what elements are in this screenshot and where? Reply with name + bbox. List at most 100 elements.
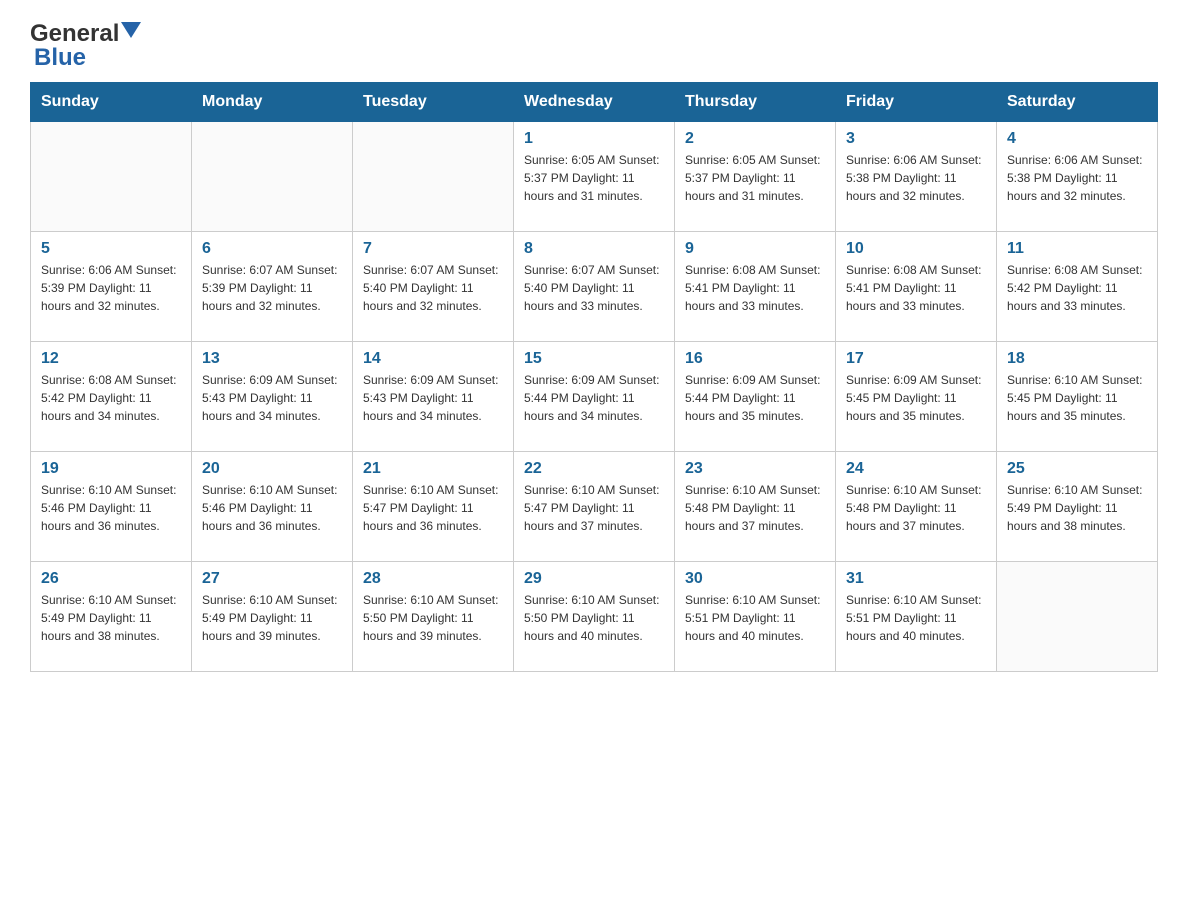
day-number: 9 [685,240,825,258]
day-info: Sunrise: 6:09 AM Sunset: 5:44 PM Dayligh… [524,371,664,425]
calendar-cell: 21Sunrise: 6:10 AM Sunset: 5:47 PM Dayli… [353,452,514,562]
calendar-cell: 3 Sunrise: 6:06 AM Sunset: 5:38 PM Daylig… [836,122,997,232]
day-info: Sunrise: 6:08 AM Sunset: 5:41 PM Dayligh… [685,261,825,315]
day-number: 7 [363,240,503,258]
day-number: 24 [846,460,986,478]
day-info: Sunrise: 6:09 AM Sunset: 5:44 PM Dayligh… [685,371,825,425]
day-info: Sunrise: 6:07 AM Sunset: 5:40 PM Dayligh… [524,261,664,315]
logo: General Blue [30,20,141,72]
day-info: Sunrise: 6:10 AM Sunset: 5:50 PM Dayligh… [524,591,664,645]
day-info: Sunrise: 6:10 AM Sunset: 5:49 PM Dayligh… [1007,481,1147,535]
day-number: 15 [524,350,664,368]
weekday-header-wednesday: Wednesday [514,83,675,122]
day-number: 28 [363,570,503,588]
day-number: 14 [363,350,503,368]
calendar-cell: 29 Sunrise: 6:10 AM Sunset: 5:50 PM Dayli… [514,562,675,672]
weekday-header-tuesday: Tuesday [353,83,514,122]
day-info: Sunrise: 6:10 AM Sunset: 5:49 PM Dayligh… [41,591,181,645]
calendar-cell: 10Sunrise: 6:08 AM Sunset: 5:41 PM Dayli… [836,232,997,342]
day-info: Sunrise: 6:08 AM Sunset: 5:42 PM Dayligh… [1007,261,1147,315]
calendar-week-row: 1 Sunrise: 6:05 AM Sunset: 5:37 PM Daylig… [31,122,1158,232]
day-info: Sunrise: 6:09 AM Sunset: 5:45 PM Dayligh… [846,371,986,425]
weekday-header-sunday: Sunday [31,83,192,122]
calendar-table: SundayMondayTuesdayWednesdayThursdayFrid… [30,82,1158,672]
day-number: 23 [685,460,825,478]
calendar-cell: 11Sunrise: 6:08 AM Sunset: 5:42 PM Dayli… [997,232,1158,342]
day-number: 26 [41,570,181,588]
day-number: 29 [524,570,664,588]
calendar-cell: 22 Sunrise: 6:10 AM Sunset: 5:47 PM Dayli… [514,452,675,562]
logo-blue-text: Blue [34,44,86,71]
calendar-cell: 2Sunrise: 6:05 AM Sunset: 5:37 PM Daylig… [675,122,836,232]
calendar-cell: 19Sunrise: 6:10 AM Sunset: 5:46 PM Dayli… [31,452,192,562]
day-info: Sunrise: 6:07 AM Sunset: 5:39 PM Dayligh… [202,261,342,315]
calendar-week-row: 26 Sunrise: 6:10 AM Sunset: 5:49 PM Dayli… [31,562,1158,672]
day-number: 22 [524,460,664,478]
day-info: Sunrise: 6:10 AM Sunset: 5:51 PM Dayligh… [685,591,825,645]
weekday-header-saturday: Saturday [997,83,1158,122]
day-number: 8 [524,240,664,258]
day-number: 20 [202,460,342,478]
calendar-cell [353,122,514,232]
page-header: General Blue [30,20,1158,72]
calendar-cell: 6 Sunrise: 6:07 AM Sunset: 5:39 PM Daylig… [192,232,353,342]
day-number: 18 [1007,350,1147,368]
day-number: 10 [846,240,986,258]
day-number: 3 [846,130,986,148]
day-info: Sunrise: 6:08 AM Sunset: 5:42 PM Dayligh… [41,371,181,425]
day-number: 27 [202,570,342,588]
day-info: Sunrise: 6:07 AM Sunset: 5:40 PM Dayligh… [363,261,503,315]
day-number: 19 [41,460,181,478]
calendar-cell: 13 Sunrise: 6:09 AM Sunset: 5:43 PM Dayli… [192,342,353,452]
calendar-cell: 16 Sunrise: 6:09 AM Sunset: 5:44 PM Dayli… [675,342,836,452]
calendar-cell [31,122,192,232]
weekday-header-monday: Monday [192,83,353,122]
weekday-header-friday: Friday [836,83,997,122]
day-number: 30 [685,570,825,588]
calendar-cell: 12 Sunrise: 6:08 AM Sunset: 5:42 PM Dayli… [31,342,192,452]
calendar-cell: 7 Sunrise: 6:07 AM Sunset: 5:40 PM Daylig… [353,232,514,342]
calendar-cell: 31 Sunrise: 6:10 AM Sunset: 5:51 PM Dayli… [836,562,997,672]
day-info: Sunrise: 6:05 AM Sunset: 5:37 PM Dayligh… [685,151,825,205]
calendar-cell: 17 Sunrise: 6:09 AM Sunset: 5:45 PM Dayli… [836,342,997,452]
calendar-cell: 30 Sunrise: 6:10 AM Sunset: 5:51 PM Dayli… [675,562,836,672]
calendar-cell: 20 Sunrise: 6:10 AM Sunset: 5:46 PM Dayli… [192,452,353,562]
day-info: Sunrise: 6:10 AM Sunset: 5:48 PM Dayligh… [846,481,986,535]
day-number: 1 [524,130,664,148]
calendar-cell: 8 Sunrise: 6:07 AM Sunset: 5:40 PM Daylig… [514,232,675,342]
day-info: Sunrise: 6:06 AM Sunset: 5:38 PM Dayligh… [1007,151,1147,205]
day-info: Sunrise: 6:09 AM Sunset: 5:43 PM Dayligh… [202,371,342,425]
calendar-cell: 25 Sunrise: 6:10 AM Sunset: 5:49 PM Dayli… [997,452,1158,562]
calendar-cell: 28 Sunrise: 6:10 AM Sunset: 5:50 PM Dayli… [353,562,514,672]
calendar-cell: 9 Sunrise: 6:08 AM Sunset: 5:41 PM Daylig… [675,232,836,342]
day-number: 12 [41,350,181,368]
day-number: 4 [1007,130,1147,148]
calendar-cell: 15 Sunrise: 6:09 AM Sunset: 5:44 PM Dayli… [514,342,675,452]
calendar-cell [192,122,353,232]
calendar-cell: 5Sunrise: 6:06 AM Sunset: 5:39 PM Daylig… [31,232,192,342]
calendar-cell: 1 Sunrise: 6:05 AM Sunset: 5:37 PM Daylig… [514,122,675,232]
day-info: Sunrise: 6:06 AM Sunset: 5:38 PM Dayligh… [846,151,986,205]
day-info: Sunrise: 6:10 AM Sunset: 5:50 PM Dayligh… [363,591,503,645]
calendar-week-row: 5Sunrise: 6:06 AM Sunset: 5:39 PM Daylig… [31,232,1158,342]
day-number: 5 [41,240,181,258]
calendar-cell: 26 Sunrise: 6:10 AM Sunset: 5:49 PM Dayli… [31,562,192,672]
calendar-cell: 23 Sunrise: 6:10 AM Sunset: 5:48 PM Dayli… [675,452,836,562]
calendar-cell: 14Sunrise: 6:09 AM Sunset: 5:43 PM Dayli… [353,342,514,452]
calendar-week-row: 12 Sunrise: 6:08 AM Sunset: 5:42 PM Dayli… [31,342,1158,452]
day-number: 13 [202,350,342,368]
day-number: 31 [846,570,986,588]
day-info: Sunrise: 6:10 AM Sunset: 5:46 PM Dayligh… [202,481,342,535]
calendar-cell [997,562,1158,672]
day-number: 6 [202,240,342,258]
day-info: Sunrise: 6:10 AM Sunset: 5:51 PM Dayligh… [846,591,986,645]
day-info: Sunrise: 6:10 AM Sunset: 5:48 PM Dayligh… [685,481,825,535]
day-number: 17 [846,350,986,368]
day-info: Sunrise: 6:10 AM Sunset: 5:47 PM Dayligh… [524,481,664,535]
calendar-cell: 4 Sunrise: 6:06 AM Sunset: 5:38 PM Daylig… [997,122,1158,232]
day-number: 25 [1007,460,1147,478]
calendar-cell: 24 Sunrise: 6:10 AM Sunset: 5:48 PM Dayli… [836,452,997,562]
day-number: 16 [685,350,825,368]
day-info: Sunrise: 6:05 AM Sunset: 5:37 PM Dayligh… [524,151,664,205]
weekday-header-row: SundayMondayTuesdayWednesdayThursdayFrid… [31,83,1158,122]
